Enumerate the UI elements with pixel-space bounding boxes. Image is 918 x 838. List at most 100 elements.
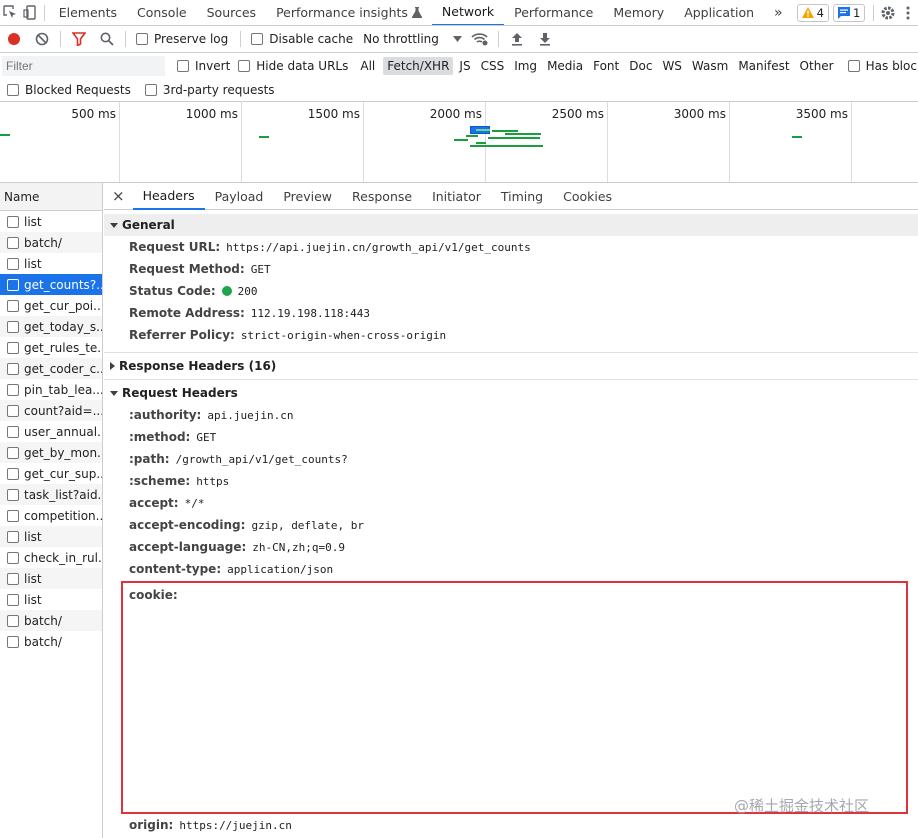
tab-network[interactable]: Network (431, 0, 505, 25)
checkbox[interactable] (238, 59, 251, 72)
settings-gear-icon[interactable] (878, 0, 898, 25)
hide-data-urls-checkbox[interactable]: Hide data URLs (238, 59, 348, 73)
search-button[interactable] (93, 26, 121, 52)
checkbox[interactable] (177, 59, 189, 72)
filter-type-all[interactable]: All (356, 57, 379, 75)
request-row[interactable]: user_annual... (0, 421, 102, 442)
waterfall-bar (470, 145, 543, 147)
checkbox[interactable] (847, 59, 860, 72)
general-section-header[interactable]: General (104, 214, 918, 236)
invert-checkbox[interactable]: Invert (177, 59, 230, 73)
filter-input[interactable] (2, 55, 165, 76)
filter-type-wasm[interactable]: Wasm (688, 57, 732, 75)
separator (873, 4, 874, 21)
name-column-header[interactable]: Name (0, 183, 102, 211)
request-row[interactable]: count?aid=... (0, 400, 102, 421)
messages-badge[interactable]: 1 (832, 3, 866, 22)
request-row[interactable]: get_counts?... (0, 274, 102, 295)
network-conditions-button[interactable] (466, 26, 494, 52)
third-party-requests-checkbox[interactable]: 3rd-party requests (144, 83, 275, 97)
filter-toggle-button[interactable] (65, 26, 93, 52)
waterfall-bar (454, 139, 468, 141)
filter-type-css[interactable]: CSS (477, 57, 509, 75)
request-row[interactable]: batch/ (0, 631, 102, 652)
general-row: Remote Address: 112.19.198.118:443 (104, 302, 918, 324)
clear-button[interactable] (28, 26, 56, 52)
request-row[interactable]: competition... (0, 505, 102, 526)
request-row[interactable]: get_by_mon... (0, 442, 102, 463)
response-headers-section-header[interactable]: Response Headers (16) (104, 355, 918, 377)
separator (240, 31, 242, 47)
request-row[interactable]: get_cur_sup... (0, 463, 102, 484)
filter-type-font[interactable]: Font (589, 57, 623, 75)
clear-icon (35, 32, 49, 46)
gridline (241, 102, 242, 182)
filter-type-manifest[interactable]: Manifest (734, 57, 793, 75)
warnings-badge[interactable]: 4 (796, 3, 829, 22)
request-type-icon (7, 215, 19, 228)
checkbox[interactable] (7, 83, 19, 96)
import-har-button[interactable] (503, 26, 531, 52)
tab-console[interactable]: Console (127, 0, 197, 25)
request-name: competition... (24, 508, 102, 523)
request-row[interactable]: get_today_s... (0, 316, 102, 337)
tab-sources[interactable]: Sources (197, 0, 266, 25)
export-har-button[interactable] (531, 26, 559, 52)
filter-type-fetch-xhr[interactable]: Fetch/XHR (383, 56, 454, 75)
preserve-log-label: Preserve log (154, 32, 229, 46)
filter-type-doc[interactable]: Doc (625, 57, 656, 75)
preserve-log-checkbox[interactable]: Preserve log (136, 32, 228, 46)
request-row[interactable]: check_in_rul... (0, 547, 102, 568)
filter-type-other[interactable]: Other (796, 57, 838, 75)
tab-performance[interactable]: Performance (504, 0, 603, 25)
filter-type-js[interactable]: JS (455, 57, 474, 75)
tab-application[interactable]: Application (674, 0, 764, 25)
request-row[interactable]: list (0, 526, 102, 547)
kebab-menu-icon[interactable] (898, 0, 918, 25)
request-row[interactable]: pin_tab_lea... (0, 379, 102, 400)
request-row[interactable]: batch/ (0, 610, 102, 631)
checkbox[interactable] (144, 83, 157, 96)
tab-cookies[interactable]: Cookies (553, 183, 622, 210)
request-row[interactable]: get_rules_te... (0, 337, 102, 358)
tab-headers[interactable]: Headers (132, 183, 205, 210)
disable-cache-checkbox[interactable]: Disable cache (251, 32, 353, 46)
request-row[interactable]: task_list?aid... (0, 484, 102, 505)
tab-preview[interactable]: Preview (273, 183, 342, 210)
tab-payload[interactable]: Payload (205, 183, 274, 210)
request-row[interactable]: get_coder_c... (0, 358, 102, 379)
timeline-label: 2000 ms (429, 107, 482, 121)
network-overview-timeline[interactable]: 500 ms 1000 ms 1500 ms 2000 ms 2500 ms 3… (0, 102, 918, 183)
request-headers-section-header[interactable]: Request Headers (104, 382, 918, 404)
request-type-icon (7, 257, 19, 270)
tab-timing[interactable]: Timing (491, 183, 553, 210)
filter-type-img[interactable]: Img (510, 57, 541, 75)
request-name: batch/ (24, 235, 62, 250)
request-type-icon (7, 299, 19, 312)
filter-type-media[interactable]: Media (543, 57, 587, 75)
request-row[interactable]: batch/ (0, 232, 102, 253)
tab-response[interactable]: Response (342, 183, 422, 210)
request-row[interactable]: list (0, 253, 102, 274)
tab-performance-insights[interactable]: Performance insights (266, 0, 432, 25)
request-type-icon (7, 488, 19, 501)
request-row[interactable]: list (0, 568, 102, 589)
tab-elements[interactable]: Elements (49, 0, 127, 25)
request-row[interactable]: list (0, 211, 102, 232)
tab-initiator[interactable]: Initiator (422, 183, 491, 210)
close-details-button[interactable]: × (104, 183, 133, 210)
blocked-cookies-checkbox[interactable]: Has blocked cookies (847, 59, 918, 73)
blocked-requests-label: Blocked Requests (25, 82, 131, 97)
device-toolbar-icon[interactable] (20, 0, 40, 25)
request-row[interactable]: get_cur_poi... (0, 295, 102, 316)
filter-type-ws[interactable]: WS (658, 57, 685, 75)
request-row[interactable]: list (0, 589, 102, 610)
checkbox[interactable] (136, 33, 148, 45)
record-button[interactable] (0, 26, 28, 52)
throttling-select[interactable]: No throttling (363, 32, 462, 46)
blocked-requests-checkbox[interactable]: Blocked Requests (7, 83, 131, 97)
inspect-element-icon[interactable] (0, 0, 20, 25)
more-tabs-button[interactable]: » (764, 0, 793, 25)
tab-memory[interactable]: Memory (603, 0, 674, 25)
checkbox[interactable] (251, 33, 264, 45)
